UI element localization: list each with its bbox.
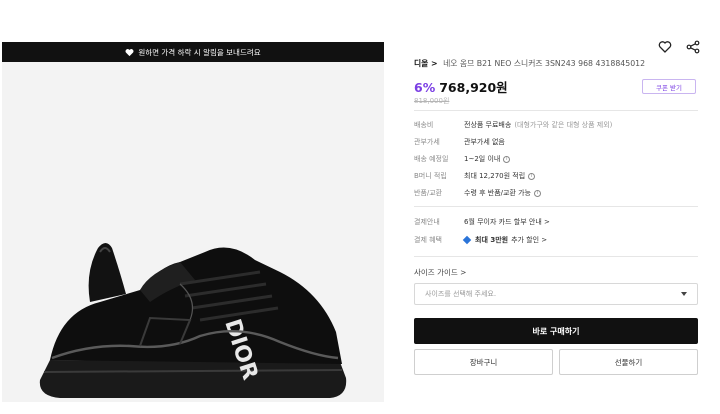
- spec-value: 1~2일 이내: [464, 155, 501, 163]
- spec-key: 반품/교환: [414, 189, 443, 197]
- discount-rate: 6%: [414, 80, 436, 95]
- spec-key: 배송비: [414, 121, 434, 129]
- info-icon[interactable]: i: [528, 172, 536, 180]
- benefit-suffix: 추가 할인 >: [511, 236, 548, 244]
- chevron-down-icon: [681, 292, 687, 296]
- product-name: 네오 옴므 B21 NEO 스니커즈 3SN243 968 4318845012: [443, 59, 646, 68]
- spec-key: 결제안내: [414, 218, 440, 226]
- spec-row-points: B머니 적립 최대 12,270원 적립 i: [414, 171, 698, 181]
- spec-value: 전상품 무료배송: [464, 121, 512, 129]
- spec-key: B머니 적립: [414, 172, 447, 180]
- divider: [414, 256, 698, 257]
- product-image: DIOR: [39, 243, 347, 398]
- heart-outline-icon[interactable]: [658, 40, 672, 54]
- add-to-cart-button[interactable]: 장바구니: [414, 349, 553, 375]
- benefit-link[interactable]: 최대 3만원 추가 할인 >: [462, 235, 548, 245]
- coupon-button[interactable]: 쿠폰 받기: [642, 79, 696, 94]
- info-icon[interactable]: i: [534, 189, 541, 197]
- payment-benefit-row: 결제 혜택 최대 3만원 추가 할인 >: [414, 235, 698, 245]
- share-icon[interactable]: [686, 40, 700, 54]
- size-select-placeholder: 사이즈를 선택해 주세요.: [425, 290, 497, 298]
- size-guide-link[interactable]: 사이즈 가이드 >: [414, 267, 466, 278]
- spec-row-delivery: 배송 예정일 1~2일 이내 i: [414, 154, 698, 164]
- spec-key: 관부가세: [414, 138, 440, 146]
- info-icon[interactable]: i: [503, 155, 511, 163]
- heart-icon: [125, 48, 134, 57]
- price-row: 6% 768,920원: [414, 77, 508, 96]
- divider: [414, 110, 698, 111]
- spec-value: 수령 후 반품/교환 가능: [464, 189, 531, 197]
- brand-link[interactable]: 디올 >: [414, 59, 438, 68]
- spec-row-shipping: 배송비 전상품 무료배송 (대형가구와 같은 대형 상품 제외): [414, 120, 698, 130]
- price-alert-banner[interactable]: 원하면 가격 하락 시 알림을 보내드려요: [2, 42, 384, 62]
- original-price: 818,000원: [414, 97, 450, 105]
- spec-key: 배송 예정일: [414, 155, 449, 163]
- payment-info-row: 결제안내 6월 무이자 카드 할부 안내 >: [414, 217, 698, 227]
- installment-link[interactable]: 6월 무이자 카드 할부 안내 >: [464, 217, 550, 227]
- product-title: 디올 > 네오 옴므 B21 NEO 스니커즈 3SN243 968 43188…: [414, 58, 645, 69]
- buy-now-button[interactable]: 바로 구매하기: [414, 318, 698, 344]
- benefit-amount: 최대 3만원: [475, 236, 509, 244]
- size-select[interactable]: 사이즈를 선택해 주세요.: [414, 283, 698, 305]
- diamond-icon: [462, 235, 472, 245]
- product-image-panel: 원하면 가격 하락 시 알림을 보내드려요 DIOR: [2, 42, 384, 402]
- sale-price: 768,920원: [439, 80, 508, 95]
- price-alert-text: 원하면 가격 하락 시 알림을 보내드려요: [138, 47, 261, 57]
- spec-row-duty: 관부가세 관부가세 없음: [414, 137, 698, 147]
- gift-button[interactable]: 선물하기: [559, 349, 698, 375]
- spec-sub: (대형가구와 같은 대형 상품 제외): [514, 121, 613, 129]
- spec-value: 최대 12,270원 적립: [464, 172, 526, 180]
- spec-value: 관부가세 없음: [464, 138, 505, 146]
- spec-key: 결제 혜택: [414, 236, 442, 244]
- spec-row-return: 반품/교환 수령 후 반품/교환 가능 i: [414, 188, 698, 198]
- divider: [414, 206, 698, 207]
